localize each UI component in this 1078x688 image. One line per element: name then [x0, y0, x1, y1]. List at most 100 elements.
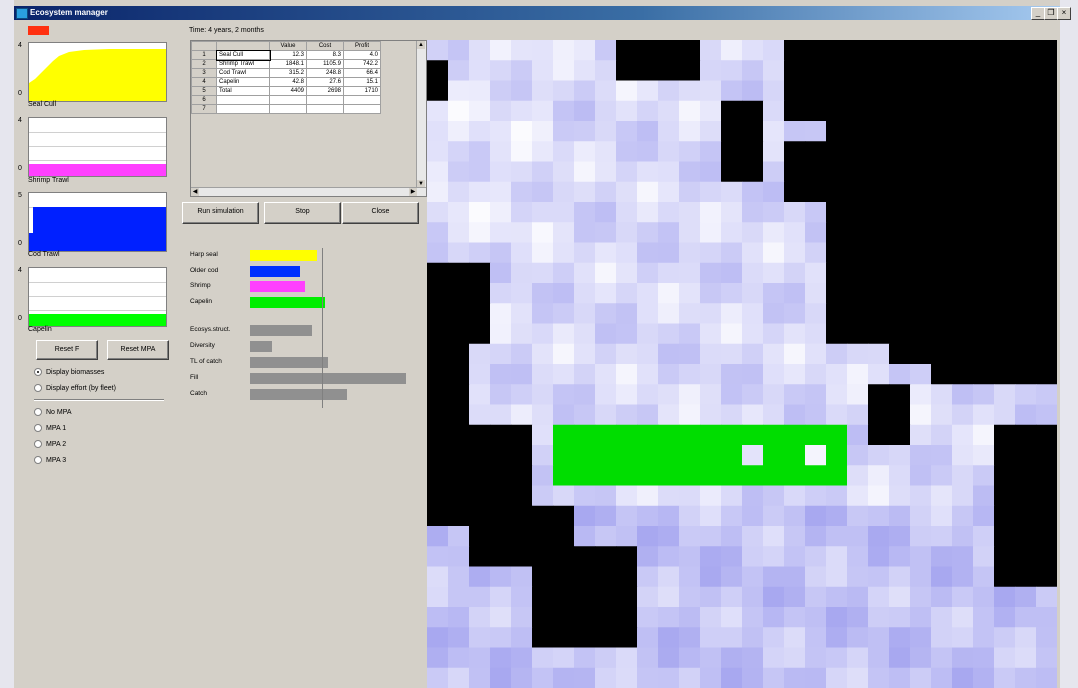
map-cell[interactable] [931, 526, 953, 547]
map-cell[interactable] [532, 607, 554, 628]
map-cell[interactable] [490, 121, 512, 142]
map-cell[interactable] [742, 424, 764, 446]
map-cell[interactable] [679, 242, 701, 264]
map-cell[interactable] [952, 424, 974, 446]
map-cell[interactable] [595, 607, 617, 628]
map-cell[interactable] [553, 627, 575, 648]
map-cell[interactable] [658, 505, 680, 527]
map-cell[interactable] [763, 384, 785, 405]
map-cell[interactable] [952, 586, 974, 608]
map-cell[interactable] [511, 40, 533, 61]
map-cell[interactable] [511, 384, 533, 405]
map-cell[interactable] [532, 566, 554, 588]
map-cell[interactable] [700, 181, 722, 203]
map-cell[interactable] [826, 202, 848, 223]
map-cell[interactable] [1015, 526, 1037, 547]
map-cell[interactable] [637, 445, 659, 466]
map-cell[interactable] [931, 80, 953, 102]
map-cell[interactable] [1015, 647, 1037, 669]
map-cell[interactable] [952, 283, 974, 304]
map-cell[interactable] [721, 465, 743, 486]
map-cell[interactable] [469, 60, 491, 81]
map-cell[interactable] [1015, 202, 1037, 223]
map-cell[interactable] [910, 445, 932, 466]
map-cell[interactable] [595, 80, 617, 102]
map-cell[interactable] [952, 404, 974, 426]
map-cell[interactable] [427, 586, 449, 608]
map-cell[interactable] [1015, 404, 1037, 426]
map-cell[interactable] [490, 505, 512, 527]
map-cell[interactable] [658, 141, 680, 162]
map-cell[interactable] [448, 303, 470, 324]
map-cell[interactable] [763, 546, 785, 567]
map-cell[interactable] [910, 100, 932, 122]
map-cell[interactable] [637, 80, 659, 102]
map-cell[interactable] [679, 485, 701, 507]
map-cell[interactable] [973, 627, 995, 648]
map-cell[interactable] [1036, 586, 1057, 608]
map-cell[interactable] [427, 100, 449, 122]
map-cell[interactable] [448, 202, 470, 223]
map-cell[interactable] [847, 526, 869, 547]
map-cell[interactable] [616, 222, 638, 243]
ecosystem-map[interactable] [427, 40, 1057, 688]
map-cell[interactable] [490, 465, 512, 486]
cell-cost[interactable] [306, 104, 344, 114]
map-cell[interactable] [553, 121, 575, 142]
map-cell[interactable] [1036, 627, 1057, 648]
map-cell[interactable] [994, 323, 1016, 345]
map-cell[interactable] [490, 627, 512, 648]
map-cell[interactable] [826, 222, 848, 243]
map-cell[interactable] [889, 627, 911, 648]
map-cell[interactable] [595, 384, 617, 405]
map-cell[interactable] [679, 586, 701, 608]
map-cell[interactable] [511, 242, 533, 264]
map-cell[interactable] [658, 647, 680, 669]
map-cell[interactable] [679, 141, 701, 162]
map-cell[interactable] [721, 100, 743, 122]
map-cell[interactable] [742, 485, 764, 507]
map-cell[interactable] [553, 546, 575, 567]
map-cell[interactable] [973, 404, 995, 426]
map-cell[interactable] [679, 40, 701, 61]
map-cell[interactable] [721, 586, 743, 608]
map-cell[interactable] [931, 384, 953, 405]
map-cell[interactable] [658, 424, 680, 446]
map-cell[interactable] [868, 445, 890, 466]
map-cell[interactable] [826, 60, 848, 81]
map-cell[interactable] [994, 364, 1016, 385]
map-cell[interactable] [721, 222, 743, 243]
map-cell[interactable] [742, 262, 764, 284]
map-cell[interactable] [574, 667, 596, 688]
map-cell[interactable] [889, 526, 911, 547]
map-cell[interactable] [532, 262, 554, 284]
map-cell[interactable] [994, 161, 1016, 183]
map-cell[interactable] [721, 546, 743, 567]
map-cell[interactable] [889, 546, 911, 567]
map-cell[interactable] [490, 60, 512, 81]
map-cell[interactable] [448, 283, 470, 304]
map-cell[interactable] [889, 202, 911, 223]
map-cell[interactable] [763, 40, 785, 61]
mpa-3-option[interactable]: MPA 3 [34, 456, 66, 466]
map-cell[interactable] [658, 586, 680, 608]
map-cell[interactable] [742, 384, 764, 405]
map-cell[interactable] [511, 445, 533, 466]
map-cell[interactable] [427, 607, 449, 628]
map-cell[interactable] [574, 303, 596, 324]
map-cell[interactable] [847, 445, 869, 466]
map-cell[interactable] [805, 384, 827, 405]
cell-profit[interactable]: 66.4 [343, 68, 381, 78]
map-cell[interactable] [637, 40, 659, 61]
map-cell[interactable] [868, 60, 890, 81]
map-cell[interactable] [532, 465, 554, 486]
title-bar[interactable]: Ecosystem manager _ ❐ × [14, 6, 1071, 20]
map-cell[interactable] [637, 303, 659, 324]
map-cell[interactable] [931, 40, 953, 61]
map-cell[interactable] [469, 262, 491, 284]
map-cell[interactable] [826, 424, 848, 446]
map-cell[interactable] [889, 262, 911, 284]
map-cell[interactable] [1015, 100, 1037, 122]
map-cell[interactable] [805, 60, 827, 81]
map-cell[interactable] [1015, 343, 1037, 365]
